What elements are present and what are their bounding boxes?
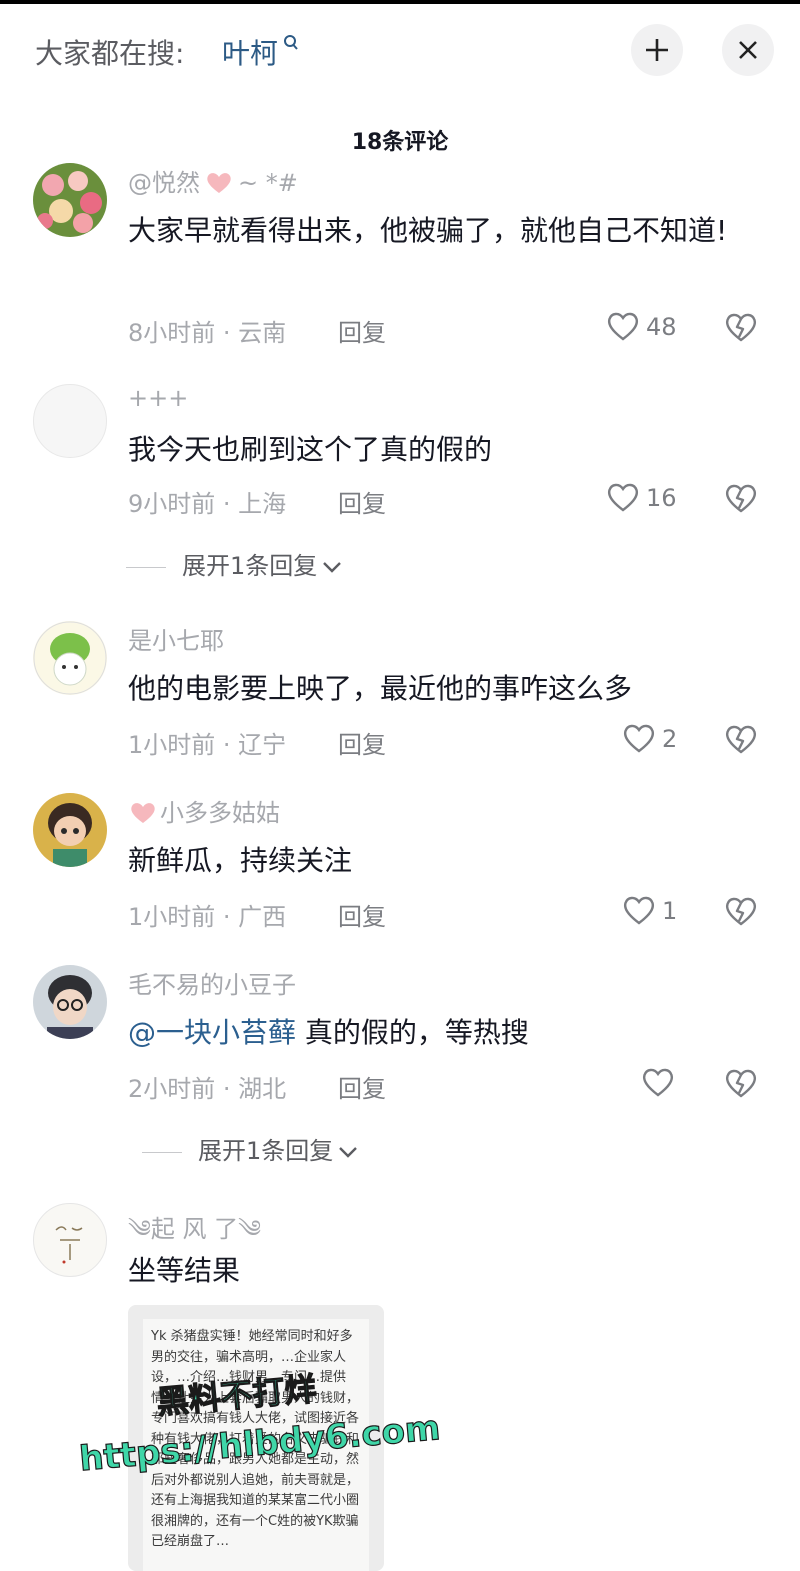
comment-username[interactable]: 小多多姑姑 bbox=[128, 793, 280, 828]
avatar[interactable] bbox=[33, 621, 107, 695]
search-suggestion-term[interactable]: 叶柯 bbox=[222, 32, 278, 72]
search-suggestion-prefix: 大家都在搜: bbox=[35, 37, 185, 70]
heart-icon bbox=[607, 483, 639, 512]
avatar-cabbage-image bbox=[33, 621, 107, 695]
like-count: 2 bbox=[662, 725, 678, 753]
comment-meta: 2小时前 · 湖北 bbox=[128, 1075, 287, 1103]
heart-icon bbox=[642, 1068, 674, 1097]
heart-icon bbox=[607, 312, 639, 341]
reply-button[interactable]: 回复 bbox=[338, 484, 386, 519]
comment-location: 云南 bbox=[238, 319, 287, 347]
avatar-calligraphy-image bbox=[55, 1226, 83, 1264]
like-count: 48 bbox=[646, 313, 677, 341]
close-button[interactable] bbox=[722, 24, 774, 76]
comment-time: 1小时前 bbox=[128, 903, 216, 931]
heart-emoji-icon bbox=[207, 173, 231, 193]
comment-location: 辽宁 bbox=[238, 731, 287, 759]
comment-meta: 1小时前 · 辽宁 bbox=[128, 731, 287, 759]
comment-time: 2小时前 bbox=[128, 1075, 216, 1103]
avatar-flowers-image bbox=[33, 163, 107, 237]
avatar-cartoon-girl-image bbox=[33, 793, 107, 867]
comment-text: 他的电影要上映了，最近他的事咋这么多 bbox=[128, 672, 633, 705]
like-button[interactable]: 1 bbox=[622, 893, 686, 929]
comment-time: 9小时前 bbox=[128, 490, 216, 518]
comment-location: 广西 bbox=[238, 903, 287, 931]
chevron-down-icon bbox=[323, 562, 342, 573]
broken-heart-icon[interactable] bbox=[724, 722, 758, 756]
search-suggestion-bar: 大家都在搜: 叶柯 bbox=[0, 4, 800, 94]
close-icon bbox=[739, 41, 757, 59]
divider bbox=[142, 1151, 182, 1153]
heart-emoji-icon bbox=[131, 803, 155, 823]
comment-location: 湖北 bbox=[238, 1075, 287, 1103]
search-icon[interactable] bbox=[283, 34, 299, 54]
like-button[interactable]: 48 bbox=[606, 309, 686, 345]
comment-text: 坐等结果 bbox=[128, 1254, 241, 1287]
comment-time: 1小时前 bbox=[128, 731, 216, 759]
comment-text: @一块小苔藓 真的假的，等热搜 bbox=[128, 1016, 529, 1049]
heart-icon bbox=[623, 724, 655, 753]
expand-replies-button[interactable]: 展开1条回复 bbox=[142, 1131, 359, 1166]
like-button[interactable] bbox=[641, 1065, 681, 1101]
comment-meta: 9小时前 · 上海 bbox=[128, 490, 287, 518]
broken-heart-icon[interactable] bbox=[724, 894, 758, 928]
avatar[interactable] bbox=[33, 793, 107, 867]
comment-time: 8小时前 bbox=[128, 319, 216, 347]
divider bbox=[126, 566, 166, 568]
screenshot-text-block: Yk 杀猪盘实锤！她经常同时和好多男的交往，骗术高明，…企业家人设，…介绍…钱财… bbox=[143, 1319, 369, 1571]
avatar-boy-glasses-image bbox=[33, 965, 107, 1039]
like-count: 1 bbox=[662, 897, 678, 925]
comment-image-attachment[interactable]: Yk 杀猪盘实锤！她经常同时和好多男的交往，骗术高明，…企业家人设，…介绍…钱财… bbox=[128, 1305, 384, 1571]
avatar[interactable] bbox=[33, 163, 107, 237]
avatar[interactable] bbox=[33, 384, 107, 458]
comment-username[interactable]: @悦然 ~ *# bbox=[128, 163, 298, 198]
reply-button[interactable]: 回复 bbox=[338, 725, 386, 760]
like-button[interactable]: 2 bbox=[622, 721, 686, 757]
comment-username[interactable]: 毛不易的小豆子 bbox=[128, 965, 296, 1000]
heart-icon bbox=[623, 896, 655, 925]
broken-heart-icon[interactable] bbox=[724, 310, 758, 344]
comment-text: 新鲜瓜，持续关注 bbox=[128, 844, 353, 877]
reply-button[interactable]: 回复 bbox=[338, 1069, 386, 1104]
reply-button[interactable]: 回复 bbox=[338, 313, 386, 348]
comment-meta: 8小时前 · 云南 bbox=[128, 319, 287, 347]
broken-heart-icon[interactable] bbox=[724, 481, 758, 515]
comment-username[interactable]: +++ bbox=[128, 384, 188, 412]
avatar[interactable] bbox=[33, 965, 107, 1039]
collapse-button[interactable] bbox=[631, 24, 683, 76]
collapse-icon bbox=[646, 39, 668, 61]
comment-text: 我今天也刷到这个了真的假的 bbox=[128, 433, 493, 466]
chevron-down-icon bbox=[339, 1147, 358, 1158]
like-button[interactable]: 16 bbox=[606, 480, 686, 516]
expand-replies-button[interactable]: 展开1条回复 bbox=[126, 546, 343, 581]
broken-heart-icon[interactable] bbox=[724, 1066, 758, 1100]
comment-meta: 1小时前 · 广西 bbox=[128, 903, 287, 931]
comment-location: 上海 bbox=[238, 490, 287, 518]
comment-text: 大家早就看得出来，他被骗了，就他自己不知道! bbox=[128, 214, 728, 247]
mention-link[interactable]: @一块小苔藓 bbox=[128, 1016, 296, 1049]
like-count: 16 bbox=[646, 484, 677, 512]
avatar[interactable] bbox=[33, 1203, 107, 1277]
comment-count: 18条评论 bbox=[351, 130, 449, 155]
comment-username[interactable]: 是小七耶 bbox=[128, 621, 224, 656]
reply-button[interactable]: 回复 bbox=[338, 897, 386, 932]
